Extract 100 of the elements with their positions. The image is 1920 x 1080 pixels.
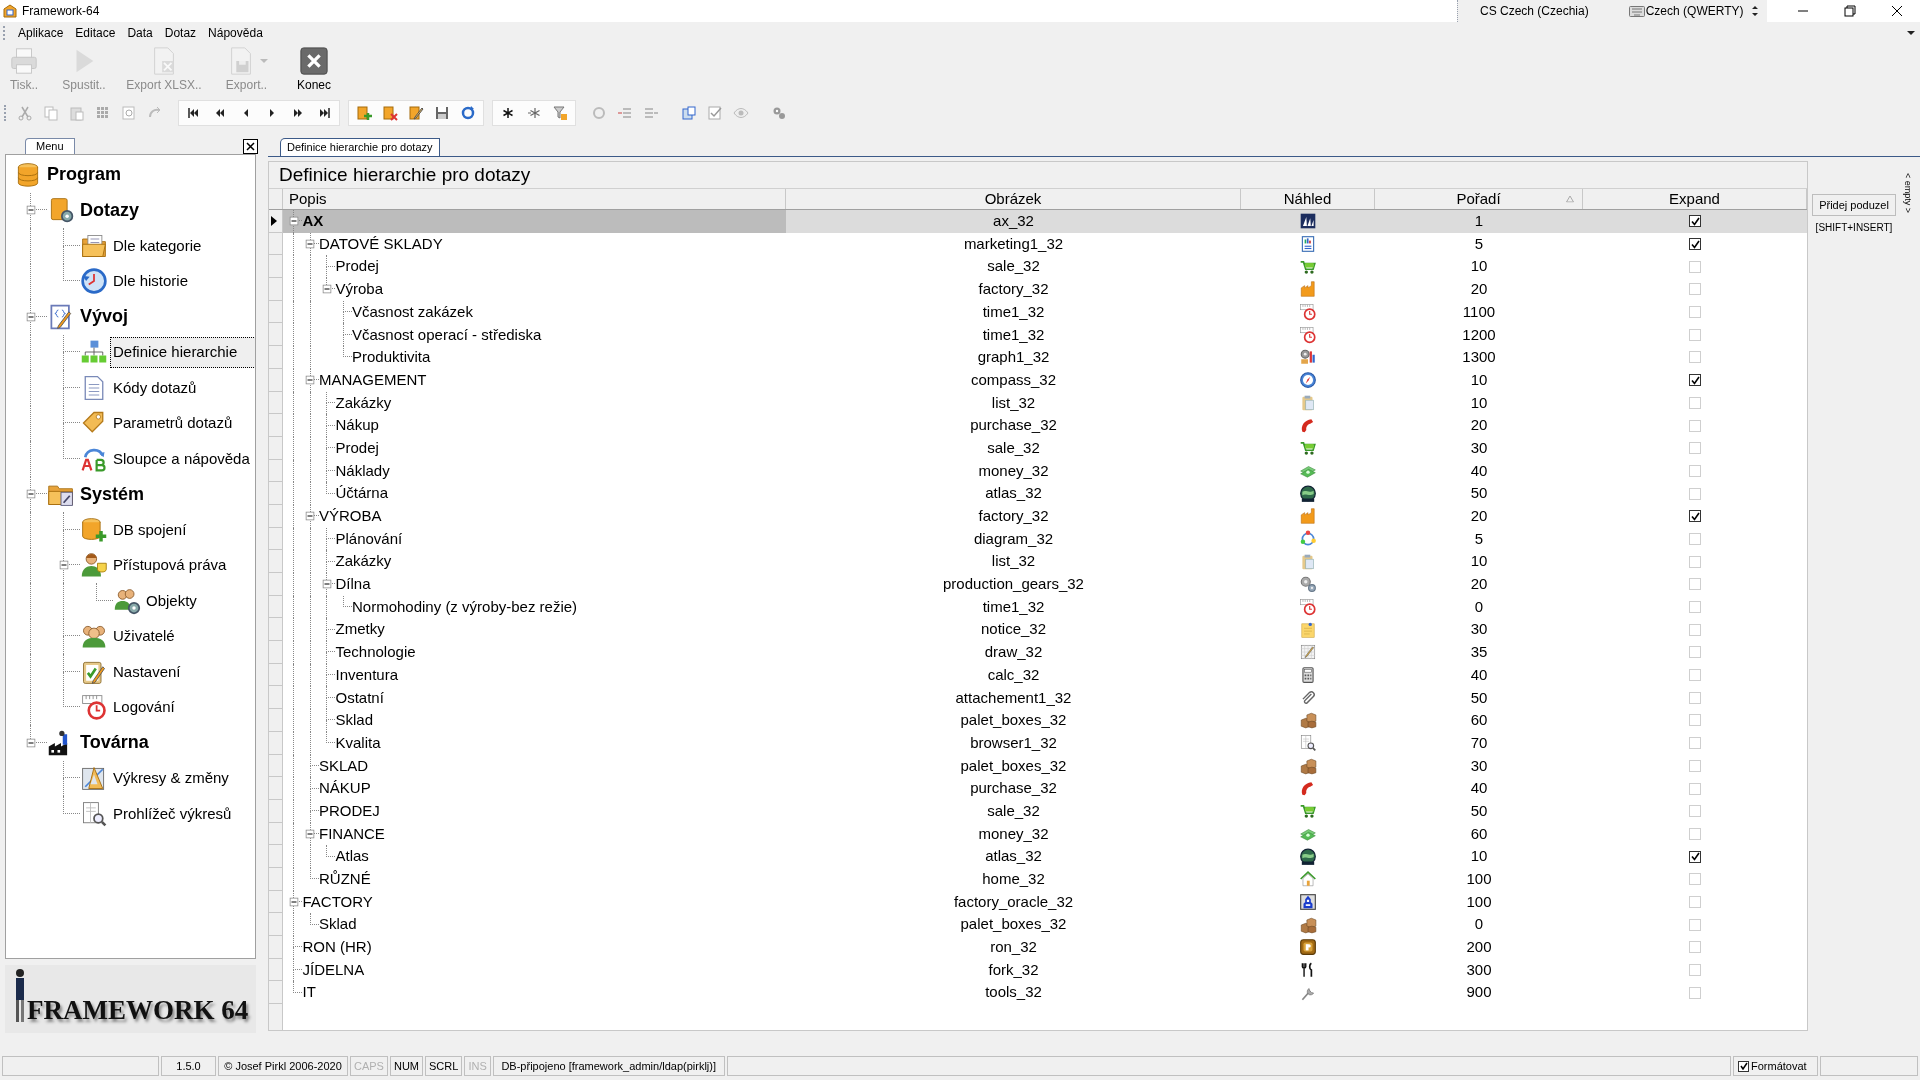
table-cell-text: marketing1_32 [963, 233, 1064, 254]
collapse-icon[interactable] [26, 489, 35, 499]
collapse-icon[interactable] [289, 897, 298, 907]
menu-item[interactable]: Výkresy & změny [110, 763, 232, 794]
close-icon[interactable] [1889, 4, 1904, 18]
column-header[interactable]: Náhled [1241, 189, 1375, 209]
checkbox[interactable] [1738, 1060, 1749, 1072]
table-row[interactable]: Dílna production_gears_32 20 [269, 573, 1807, 596]
check-icon[interactable] [707, 105, 723, 121]
collapse-icon[interactable] [26, 738, 35, 748]
column-header[interactable]: Obrázek [786, 189, 1241, 209]
menu-item[interactable]: Systém [77, 476, 148, 512]
menu-item[interactable]: Kódy dotazů [110, 372, 200, 403]
table-row[interactable]: Atlas atlas_32 10 [269, 845, 1807, 868]
restore-icon[interactable] [1842, 4, 1857, 18]
scissors-icon[interactable] [17, 105, 33, 121]
menu-item[interactable]: Aplikace [12, 22, 70, 44]
table-row[interactable]: MANAGEMENT compass_32 10 [269, 368, 1807, 392]
table-cell-text: Nákup [334, 415, 379, 436]
close-button[interactable] [243, 139, 258, 154]
sync-icon[interactable] [591, 105, 607, 121]
table-row[interactable]: VÝROBA factory_32 20 [269, 504, 1807, 528]
language-indicator[interactable]: CS Czech (Czechia) [1480, 2, 1589, 20]
indent-icon[interactable] [617, 105, 633, 121]
magnifier-document-icon [80, 799, 108, 828]
menu-item[interactable]: Parametrů dotazů [110, 408, 236, 439]
menu-item[interactable]: Přístupová práva [110, 550, 230, 581]
keyboard-layout[interactable]: Czech (QWERTY) [1645, 2, 1744, 20]
table-row[interactable]: FACTORY factory_oracle_32 100 [269, 890, 1807, 914]
collapse-icon[interactable] [322, 284, 331, 294]
table-row[interactable]: FINANCE money_32 60 [269, 822, 1807, 846]
menu-item[interactable]: Dle historie [110, 266, 192, 297]
menu-item[interactable]: Továrna [77, 725, 152, 761]
options-icon[interactable] [1751, 4, 1759, 18]
checkbox[interactable] [1689, 215, 1701, 228]
column-header[interactable]: Popis [283, 189, 786, 209]
factory-icon [1299, 507, 1317, 526]
menu-item[interactable]: Dotazy [77, 192, 142, 228]
refresh-icon[interactable] [460, 105, 476, 121]
edit-record-icon[interactable] [408, 105, 424, 121]
collapse-icon[interactable] [305, 511, 315, 521]
collapse-icon[interactable] [289, 216, 298, 226]
gears-icon[interactable] [771, 105, 787, 121]
eye-icon[interactable] [733, 105, 749, 121]
collapse-icon[interactable] [305, 375, 315, 385]
menu-item[interactable]: Editace [69, 22, 122, 44]
menu-item[interactable]: Data [121, 22, 159, 44]
column-header[interactable]: Pořadí [1456, 187, 1501, 211]
delete-record-icon[interactable] [382, 105, 398, 121]
menu-item[interactable]: Vývoj [77, 299, 132, 335]
grid-icon[interactable] [95, 105, 111, 121]
checkbox[interactable] [1689, 238, 1701, 251]
add-record-icon[interactable] [356, 105, 372, 121]
table-cell-text: browser1_32 [970, 732, 1057, 753]
toolbar-button[interactable]: Konec [289, 44, 339, 94]
collapse-icon[interactable] [305, 829, 315, 839]
collapse-icon[interactable] [26, 312, 35, 322]
menu-item[interactable]: Sloupce a nápověda [110, 443, 253, 474]
collapse-icon[interactable] [322, 579, 331, 589]
checkbox[interactable] [1689, 510, 1701, 523]
tower-icon [1299, 892, 1317, 911]
menu-item[interactable]: Nápověda [202, 22, 269, 44]
document-tab[interactable]: Definice hierarchie pro dotazy [280, 138, 440, 156]
menu-item[interactable]: Dle kategorie [110, 230, 205, 261]
table-cell-text: home_32 [982, 869, 1045, 890]
menu-item[interactable]: Dotaz [158, 22, 203, 44]
menu-item[interactable]: Nastavení [110, 656, 184, 687]
menu-item[interactable]: Prohlížeč výkresů [110, 798, 235, 829]
export-icon[interactable] [681, 105, 697, 121]
menu-tab[interactable]: Menu [25, 138, 75, 154]
menu-item[interactable]: Uživatelé [110, 621, 178, 652]
save-icon[interactable] [434, 105, 450, 121]
menu-item[interactable]: Objekty [143, 585, 200, 616]
menu-item[interactable]: DB spojení [110, 514, 190, 545]
table-row[interactable]: Výroba factory_32 20 [269, 278, 1807, 301]
copy-icon[interactable] [43, 105, 59, 121]
side-strip-label[interactable]: < empty > [1900, 173, 1914, 214]
row-header[interactable] [269, 210, 283, 233]
collapse-icon[interactable] [59, 560, 68, 570]
collapse-icon[interactable] [305, 239, 315, 249]
add-child-button[interactable]: Přidej poduzel [1812, 194, 1896, 216]
dropdown-icon[interactable] [1907, 30, 1915, 36]
outdent-icon[interactable] [643, 105, 659, 121]
table-row[interactable]: DATOVÉ SKLADY marketing1_32 5 [269, 232, 1807, 256]
checkbox[interactable] [1689, 374, 1701, 387]
column-header[interactable]: Expand [1583, 189, 1807, 209]
collapse-icon[interactable] [26, 205, 35, 215]
calculator-icon [1299, 666, 1317, 685]
menu-item[interactable]: Definice hierarchie [110, 337, 255, 368]
preview-icon[interactable] [121, 105, 137, 121]
sort-icon[interactable] [1566, 195, 1574, 203]
checkbox[interactable] [1689, 850, 1701, 863]
menu-item[interactable]: Logování [110, 692, 178, 723]
menu-item[interactable]: Program [44, 157, 125, 193]
clipboard-icon [1299, 393, 1317, 412]
table-cell-text: 50 [1470, 483, 1488, 504]
table-row[interactable]: AX ax_32 1 [269, 210, 1807, 233]
paste-icon[interactable] [69, 105, 85, 121]
filter-icon[interactable] [552, 105, 568, 121]
clock-icon [1299, 303, 1317, 322]
